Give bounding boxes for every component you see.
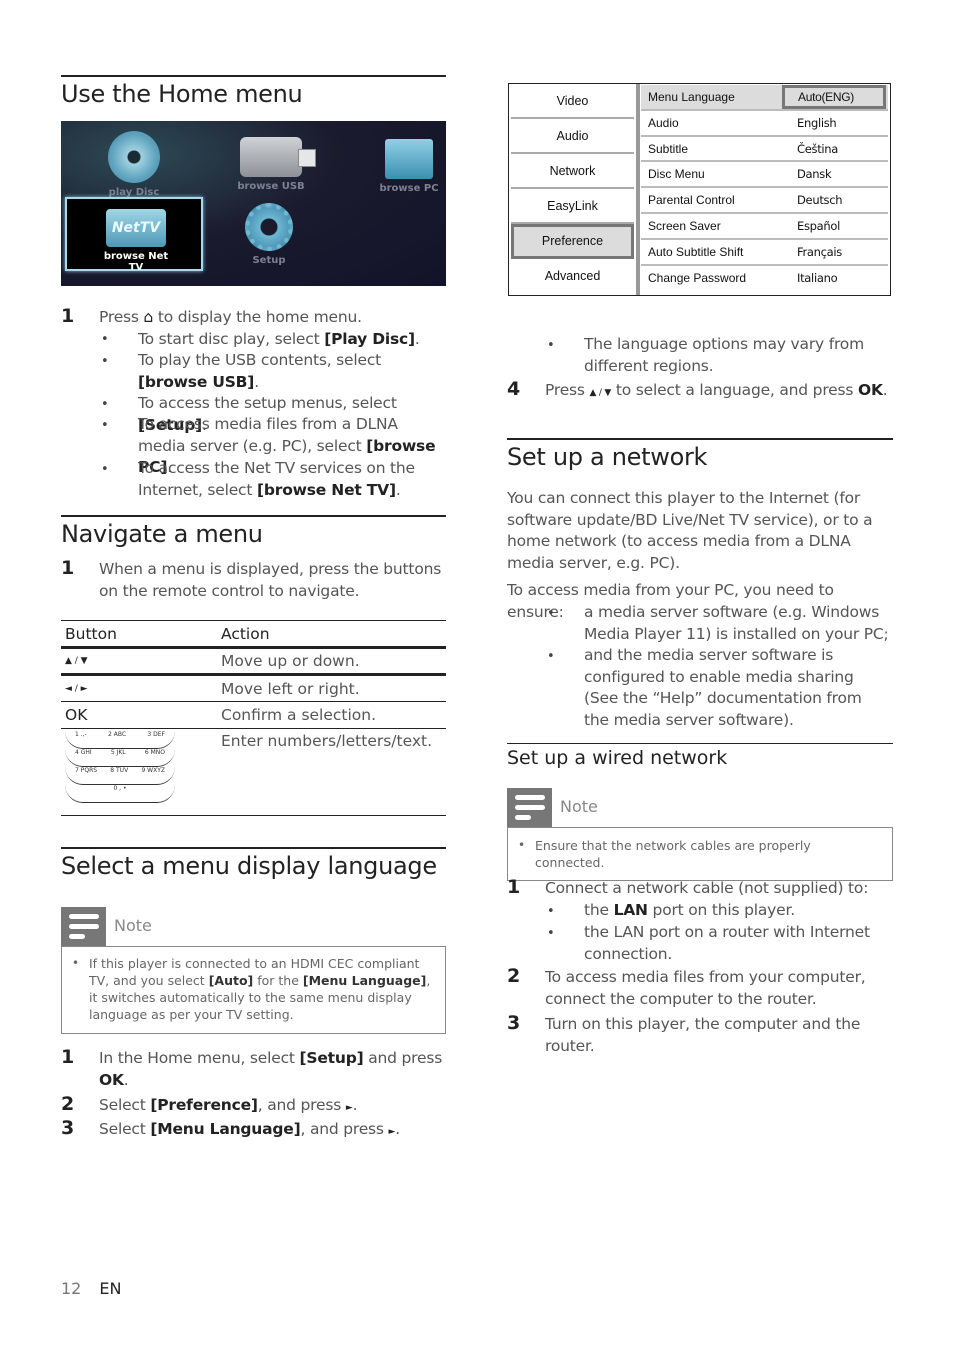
bullet-item: a media server software (e.g. Windows Me… (584, 603, 889, 643)
page-footer: 12 EN (61, 1279, 121, 1298)
bullet-item: the LAN port on this player. (584, 901, 795, 919)
category-advanced: Advanced (544, 269, 601, 283)
note-text: • If this player is connected to an HDMI… (61, 946, 446, 1034)
home-step1: Press ⌂ to display the home menu. (99, 308, 362, 326)
preference-items: Menu Language Auto(ENG) Audio English Subt… (641, 85, 888, 291)
home-menu-screenshot: play Disc browse USB browse PC NetTV bro… (61, 121, 446, 286)
up-down-arrows: ▲ / ▼ (589, 388, 612, 398)
navigation-table: Button Action ▲ / ▼ Move up or down. ◄ /… (61, 620, 446, 816)
setup-menu-screenshot: Video Audio Network EasyLink Preference … (508, 83, 891, 296)
tile-browse-net-tv-selected: NetTV browse Net TV (65, 197, 203, 273)
ok-button-label: OK (61, 701, 217, 729)
left-right-arrows: ◄ / ► (61, 674, 217, 702)
usb-icon (240, 137, 316, 177)
setting-row: Parental Control Deutsch (641, 188, 888, 214)
right-arrow-icon: ► (345, 1103, 353, 1113)
category-audio: Audio (511, 119, 634, 154)
net-tv-icon: NetTV (106, 209, 166, 247)
bullet-item: the LAN port on a router with Internet c… (584, 923, 870, 963)
table-row: 1 .,- 2 ABC 3 DEF 4 GHI 5 JKL 6 MNO 7 PQRS 8 … (61, 728, 446, 816)
step-number: 1 (61, 305, 75, 327)
wired-step1: Connect a network cable (not supplied) t… (545, 879, 869, 897)
wired-step2: To access media files from your computer… (545, 968, 866, 1008)
bullet-item: To access the Net TV services on the Int… (138, 459, 415, 499)
bullet-item: and the media server software is configu… (584, 646, 862, 729)
up-down-arrows: ▲ / ▼ (61, 647, 217, 676)
tile-browse-pc: browse PC (375, 129, 443, 194)
setting-row: Subtitle Čeština (641, 137, 888, 163)
step-number: 1 (61, 557, 75, 579)
wired-step3: Turn on this player, the computer and th… (545, 1015, 861, 1055)
category-network: Network (511, 154, 634, 189)
setting-row: Auto Subtitle Shift Français (641, 240, 888, 266)
heading-navigate-menu: Navigate a menu (61, 515, 446, 548)
language-code: EN (99, 1279, 122, 1298)
language-step1: In the Home menu, select [Setup] and pre… (99, 1049, 443, 1089)
note-icon (61, 907, 106, 946)
heading-setup-network: Set up a network (507, 438, 893, 471)
divider (636, 84, 640, 295)
language-step3: Select [Menu Language], and press ►. (99, 1120, 400, 1138)
note-icon (507, 788, 552, 827)
keypad-icon: 1 .,- 2 ABC 3 DEF 4 GHI 5 JKL 6 MNO 7 PQRS 8 … (65, 731, 175, 803)
table-row: ◄ / ► Move left or right. (61, 674, 446, 702)
network-intro: You can connect this player to the Inter… (507, 489, 873, 572)
table-row: ▲ / ▼ Move up or down. (61, 647, 446, 676)
tile-browse-usb: browse USB (233, 129, 316, 192)
heading-wired-network: Set up a wired network (507, 743, 893, 769)
pc-icon (385, 139, 433, 179)
gear-icon (245, 203, 293, 251)
category-easylink: EasyLink (511, 189, 634, 224)
setting-row: Change Password Italiano (648, 270, 838, 285)
bullet-item: To play the USB contents, select [browse… (138, 351, 382, 391)
category-video: Video (511, 84, 634, 119)
language-options-note: The language options may vary from diffe… (584, 335, 864, 375)
setting-row: Menu Language Auto(ENG) (641, 85, 888, 111)
note-text: • Ensure that the network cables are pro… (507, 827, 893, 881)
table-row: OK Confirm a selection. (61, 701, 446, 729)
heading-use-home-menu: Use the Home menu (61, 75, 446, 108)
language-step4: Press ▲ / ▼ to select a language, and pr… (545, 381, 888, 399)
setting-row: Screen Saver Español (641, 214, 888, 240)
table-header: Button Action (61, 620, 446, 649)
home-icon: ⌂ (143, 308, 154, 326)
navigate-step1: When a menu is displayed, press the butt… (99, 560, 442, 600)
category-preference: Preference (511, 224, 634, 259)
tile-setup: Setup (237, 203, 301, 266)
heading-select-language: Select a menu display language (61, 847, 446, 880)
bullet-item: To start disc play, select [Play Disc]. (138, 330, 420, 348)
note-box: Note • Ensure that the network cables ar… (507, 788, 893, 881)
page-number: 12 (61, 1279, 82, 1298)
setting-row: Audio English (641, 111, 888, 137)
language-step2: Select [Preference], and press ►. (99, 1096, 358, 1114)
setting-row: Disc Menu Dansk (641, 162, 888, 189)
disc-icon (108, 131, 160, 183)
setup-categories: Video Audio Network EasyLink Preference … (509, 84, 636, 295)
tile-play-disc: play Disc (99, 131, 169, 198)
note-box: Note • If this player is connected to an… (61, 907, 446, 1034)
